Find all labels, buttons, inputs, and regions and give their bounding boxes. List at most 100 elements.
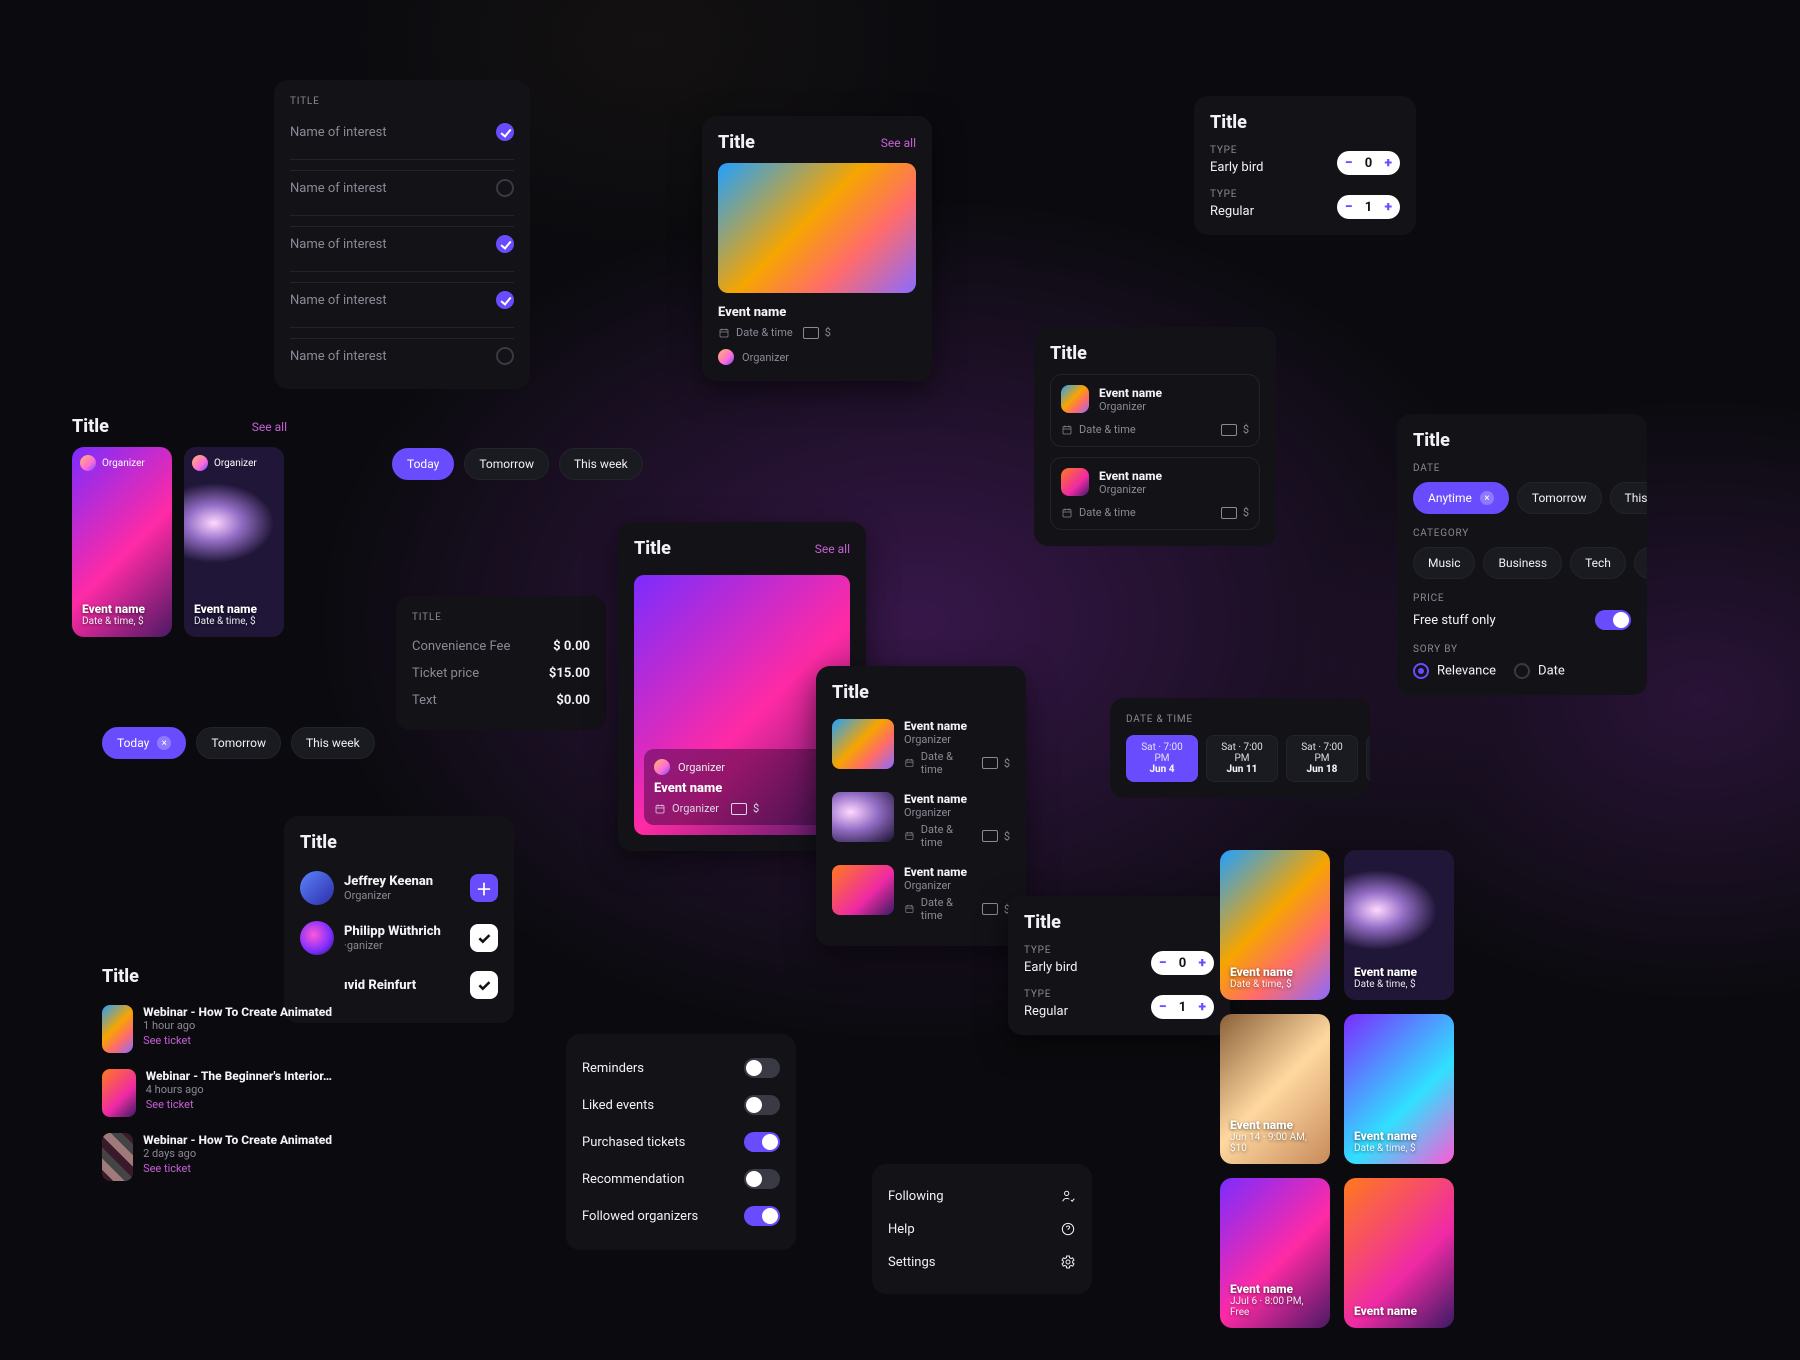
organizer-name: Organizer (904, 806, 1010, 819)
type-label: TYPE (1024, 989, 1068, 1000)
interest-checkbox[interactable] (496, 235, 514, 253)
minus-button[interactable]: − (1345, 199, 1353, 215)
filter-tomorrow[interactable]: Tomorrow (464, 448, 549, 480)
event-thumb (832, 719, 894, 769)
interest-checkbox[interactable] (496, 123, 514, 141)
event-name: Event name (904, 719, 1010, 733)
filter-this-week[interactable]: This week (559, 448, 643, 480)
event-image[interactable] (718, 163, 916, 293)
see-all-link[interactable]: See all (881, 136, 916, 150)
event-tile[interactable]: Event nameDate & time, $ (1220, 850, 1330, 1000)
organizer-name: Jeffrey Keenan (344, 874, 433, 889)
quantity-stepper[interactable]: − 0 + (1151, 951, 1214, 975)
interest-checkbox[interactable] (496, 347, 514, 365)
see-all-link[interactable]: See all (815, 542, 850, 556)
quantity-stepper[interactable]: − 0 + (1337, 151, 1400, 175)
close-icon[interactable]: × (157, 736, 171, 750)
recommendation-toggle[interactable] (744, 1169, 780, 1189)
date-chip[interactable]: Sat · 7:00 PM Jun 11 (1206, 735, 1278, 782)
mini-event-item[interactable]: Event name Organizer Date & time $ (1050, 457, 1260, 530)
liked-toggle[interactable] (744, 1095, 780, 1115)
menu-following[interactable]: Following (888, 1180, 1076, 1212)
plus-button[interactable]: + (1385, 155, 1392, 171)
quantity-stepper[interactable]: − 1 + (1337, 195, 1400, 219)
see-all-link[interactable]: See all (252, 420, 287, 434)
followed-button[interactable]: ✓ (470, 971, 498, 999)
menu-help[interactable]: Help (888, 1212, 1076, 1245)
followed-button[interactable]: ✓ (470, 924, 498, 952)
text-label: Text (412, 693, 437, 708)
event-tile[interactable]: Event name (1344, 1178, 1454, 1328)
interests-label: TITLE (290, 96, 514, 107)
event-row[interactable]: Event name Organizer Date & time $ (832, 784, 1010, 857)
plus-button[interactable]: + (1199, 955, 1206, 971)
date-anytime-chip[interactable]: Anytime× (1413, 482, 1509, 514)
event-tile[interactable]: Organizer Event name Date & time, $ (72, 447, 172, 637)
date-chip[interactable]: Sat (1366, 735, 1370, 782)
filter-today-chip[interactable]: Today× (102, 727, 186, 759)
category-chip[interactable]: Design (1634, 547, 1647, 579)
interests-card: TITLE Name of interest Name of interest … (274, 80, 530, 389)
event-thumb (832, 792, 894, 842)
filter-this-week[interactable]: This week (291, 727, 375, 759)
interest-row[interactable]: Name of interest (290, 282, 514, 317)
category-chip[interactable]: Business (1483, 547, 1562, 579)
webinar-row[interactable]: Webinar - How To Create Animated 1 hour … (102, 997, 332, 1061)
card-title: Title (718, 132, 755, 153)
event-row[interactable]: Event name Organizer Date & time $ (832, 711, 1010, 784)
date-thisweek-chip[interactable]: This week (1610, 482, 1647, 514)
mini-event-item[interactable]: Event name Organizer Date & time $ (1050, 374, 1260, 447)
followed-toggle[interactable] (744, 1206, 780, 1226)
see-ticket-link[interactable]: See ticket (143, 1162, 332, 1175)
see-ticket-link[interactable]: See ticket (146, 1098, 332, 1111)
webinar-row[interactable]: Webinar - The Beginner's Interior… 4 hou… (102, 1061, 332, 1125)
see-ticket-link[interactable]: See ticket (143, 1034, 332, 1047)
event-tile[interactable]: Event nameJun 14 · 9:00 AM, $10 (1220, 1014, 1330, 1164)
date-chip[interactable]: Sat · 7:00 PM Jun 18 (1286, 735, 1358, 782)
organizer-name: Organizer (214, 458, 257, 469)
webinar-thumb (102, 1133, 133, 1181)
webinar-name: Webinar - How To Create Animated (143, 1133, 332, 1147)
fee-label: Convenience Fee (412, 639, 510, 654)
date-tomorrow-chip[interactable]: Tomorrow (1517, 482, 1602, 514)
ticket-icon: $ (1221, 423, 1249, 436)
reminders-toggle[interactable] (744, 1058, 780, 1078)
category-chip[interactable]: Music (1413, 547, 1475, 579)
menu-card: Following Help Settings (872, 1164, 1092, 1294)
event-tile[interactable]: Event nameDate & time, $ (1344, 850, 1454, 1000)
plus-button[interactable]: + (1385, 199, 1392, 215)
minus-button[interactable]: − (1345, 155, 1353, 171)
interest-row[interactable]: Name of interest (290, 115, 514, 149)
interest-row[interactable]: Name of interest (290, 338, 514, 373)
purchased-toggle[interactable] (744, 1132, 780, 1152)
event-tile[interactable]: Event nameDate & time, $ (1344, 1014, 1454, 1164)
webinar-row[interactable]: Webinar - How To Create Animated 2 days … (102, 1125, 332, 1189)
filter-today[interactable]: Today (392, 448, 454, 480)
free-toggle[interactable] (1595, 610, 1631, 630)
event-tile[interactable]: Event nameJJul 6 · 8:00 PM, Free (1220, 1178, 1330, 1328)
type-label: TYPE (1210, 189, 1254, 200)
sort-relevance[interactable]: Relevance (1413, 663, 1496, 679)
menu-settings[interactable]: Settings (888, 1245, 1076, 1278)
interest-checkbox[interactable] (496, 179, 514, 197)
avatar (300, 871, 334, 905)
event-row[interactable]: Event name Organizer Date & time $ (832, 857, 1010, 930)
category-chip[interactable]: Tech (1570, 547, 1626, 579)
interest-row[interactable]: Name of interest (290, 170, 514, 205)
minus-button[interactable]: − (1159, 955, 1167, 971)
close-icon[interactable]: × (1480, 491, 1494, 505)
interest-checkbox[interactable] (496, 291, 514, 309)
gear-icon (1060, 1254, 1076, 1270)
plus-button[interactable]: + (1199, 999, 1206, 1015)
toggle-row: Reminders (582, 1050, 780, 1086)
interest-row[interactable]: Name of interest (290, 226, 514, 261)
quantity-stepper[interactable]: − 1 + (1151, 995, 1214, 1019)
calendar-icon: Date & time (1061, 506, 1136, 519)
minus-button[interactable]: − (1159, 999, 1167, 1015)
sort-date[interactable]: Date (1514, 663, 1565, 679)
filter-tomorrow[interactable]: Tomorrow (196, 727, 281, 759)
ticket-price-label: Ticket price (412, 666, 479, 681)
event-tile[interactable]: Organizer Event name Date & time, $ (184, 447, 284, 637)
date-chip[interactable]: Sat · 7:00 PM Jun 4 (1126, 735, 1198, 782)
follow-button[interactable]: ＋ (470, 874, 498, 902)
